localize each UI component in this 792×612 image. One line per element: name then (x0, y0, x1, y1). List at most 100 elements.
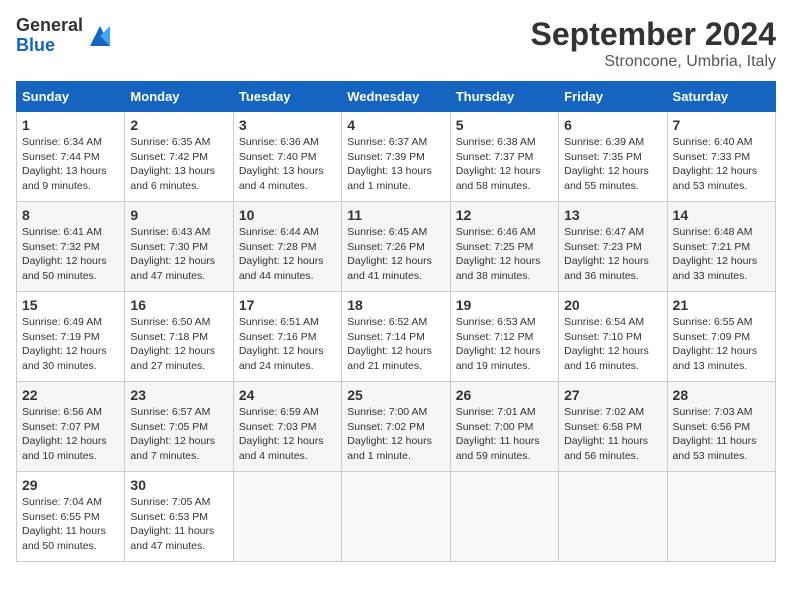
day-number: 2 (130, 117, 227, 133)
header-wednesday: Wednesday (342, 82, 450, 112)
day-info: Sunrise: 6:36 AM Sunset: 7:40 PM Dayligh… (239, 135, 336, 194)
calendar-cell: 20 Sunrise: 6:54 AM Sunset: 7:10 PM Dayli… (559, 292, 667, 382)
calendar-cell (667, 472, 775, 562)
calendar-cell: 25Sunrise: 7:00 AM Sunset: 7:02 PM Dayli… (342, 382, 450, 472)
day-info: Sunrise: 6:35 AM Sunset: 7:42 PM Dayligh… (130, 135, 227, 194)
calendar-cell: 27 Sunrise: 7:02 AM Sunset: 6:58 PM Dayli… (559, 382, 667, 472)
day-info: Sunrise: 6:45 AM Sunset: 7:26 PM Dayligh… (347, 225, 444, 284)
day-number: 9 (130, 207, 227, 223)
day-info: Sunrise: 7:01 AM Sunset: 7:00 PM Dayligh… (456, 405, 553, 464)
calendar-cell: 4Sunrise: 6:37 AM Sunset: 7:39 PM Daylig… (342, 112, 450, 202)
day-info: Sunrise: 6:38 AM Sunset: 7:37 PM Dayligh… (456, 135, 553, 194)
day-number: 26 (456, 387, 553, 403)
calendar-cell (342, 472, 450, 562)
day-number: 4 (347, 117, 444, 133)
day-info: Sunrise: 6:43 AM Sunset: 7:30 PM Dayligh… (130, 225, 227, 284)
day-number: 19 (456, 297, 553, 313)
day-number: 10 (239, 207, 336, 223)
day-number: 30 (130, 477, 227, 493)
day-info: Sunrise: 7:04 AM Sunset: 6:55 PM Dayligh… (22, 495, 119, 554)
calendar-cell: 26 Sunrise: 7:01 AM Sunset: 7:00 PM Dayli… (450, 382, 558, 472)
calendar-cell: 6 Sunrise: 6:39 AM Sunset: 7:35 PM Daylig… (559, 112, 667, 202)
day-number: 23 (130, 387, 227, 403)
logo-blue-text: Blue (16, 36, 83, 56)
calendar-cell: 10 Sunrise: 6:44 AM Sunset: 7:28 PM Dayli… (233, 202, 341, 292)
day-number: 29 (22, 477, 119, 493)
day-number: 25 (347, 387, 444, 403)
day-info: Sunrise: 6:39 AM Sunset: 7:35 PM Dayligh… (564, 135, 661, 194)
day-info: Sunrise: 6:55 AM Sunset: 7:09 PM Dayligh… (673, 315, 770, 374)
calendar-cell: 29 Sunrise: 7:04 AM Sunset: 6:55 PM Dayli… (17, 472, 125, 562)
day-number: 27 (564, 387, 661, 403)
calendar-cell: 12Sunrise: 6:46 AM Sunset: 7:25 PM Dayli… (450, 202, 558, 292)
logo-general-text: General (16, 16, 83, 36)
day-number: 14 (673, 207, 770, 223)
day-number: 16 (130, 297, 227, 313)
day-number: 15 (22, 297, 119, 313)
calendar-cell: 18 Sunrise: 6:52 AM Sunset: 7:14 PM Dayli… (342, 292, 450, 382)
day-number: 6 (564, 117, 661, 133)
calendar-cell (233, 472, 341, 562)
calendar-cell: 13Sunrise: 6:47 AM Sunset: 7:23 PM Dayli… (559, 202, 667, 292)
calendar-cell: 19 Sunrise: 6:53 AM Sunset: 7:12 PM Dayli… (450, 292, 558, 382)
calendar-cell: 22 Sunrise: 6:56 AM Sunset: 7:07 PM Dayli… (17, 382, 125, 472)
day-info: Sunrise: 6:53 AM Sunset: 7:12 PM Dayligh… (456, 315, 553, 374)
header-monday: Monday (125, 82, 233, 112)
day-number: 20 (564, 297, 661, 313)
calendar-cell: 14 Sunrise: 6:48 AM Sunset: 7:21 PM Dayli… (667, 202, 775, 292)
day-info: Sunrise: 6:49 AM Sunset: 7:19 PM Dayligh… (22, 315, 119, 374)
day-info: Sunrise: 6:57 AM Sunset: 7:05 PM Dayligh… (130, 405, 227, 464)
calendar-cell: 1Sunrise: 6:34 AM Sunset: 7:44 PM Daylig… (17, 112, 125, 202)
day-number: 24 (239, 387, 336, 403)
day-info: Sunrise: 6:41 AM Sunset: 7:32 PM Dayligh… (22, 225, 119, 284)
calendar-cell: 21Sunrise: 6:55 AM Sunset: 7:09 PM Dayli… (667, 292, 775, 382)
header-row: SundayMondayTuesdayWednesdayThursdayFrid… (17, 82, 776, 112)
day-info: Sunrise: 6:56 AM Sunset: 7:07 PM Dayligh… (22, 405, 119, 464)
calendar-cell: 24Sunrise: 6:59 AM Sunset: 7:03 PM Dayli… (233, 382, 341, 472)
day-info: Sunrise: 6:44 AM Sunset: 7:28 PM Dayligh… (239, 225, 336, 284)
header-saturday: Saturday (667, 82, 775, 112)
week-row-5: 29 Sunrise: 7:04 AM Sunset: 6:55 PM Dayli… (17, 472, 776, 562)
day-info: Sunrise: 6:51 AM Sunset: 7:16 PM Dayligh… (239, 315, 336, 374)
calendar-cell: 17 Sunrise: 6:51 AM Sunset: 7:16 PM Dayli… (233, 292, 341, 382)
day-number: 28 (673, 387, 770, 403)
logo: General Blue (16, 16, 114, 56)
location-title: Stroncone, Umbria, Italy (531, 53, 776, 71)
calendar-table: SundayMondayTuesdayWednesdayThursdayFrid… (16, 81, 776, 562)
header-sunday: Sunday (17, 82, 125, 112)
header-thursday: Thursday (450, 82, 558, 112)
day-number: 22 (22, 387, 119, 403)
calendar-cell: 3 Sunrise: 6:36 AM Sunset: 7:40 PM Daylig… (233, 112, 341, 202)
day-number: 7 (673, 117, 770, 133)
day-info: Sunrise: 6:46 AM Sunset: 7:25 PM Dayligh… (456, 225, 553, 284)
day-number: 13 (564, 207, 661, 223)
day-info: Sunrise: 6:54 AM Sunset: 7:10 PM Dayligh… (564, 315, 661, 374)
calendar-cell: 9 Sunrise: 6:43 AM Sunset: 7:30 PM Daylig… (125, 202, 233, 292)
month-title: September 2024 (531, 16, 776, 53)
logo-icon (86, 22, 114, 50)
calendar-cell: 5 Sunrise: 6:38 AM Sunset: 7:37 PM Daylig… (450, 112, 558, 202)
header-tuesday: Tuesday (233, 82, 341, 112)
day-number: 17 (239, 297, 336, 313)
day-number: 3 (239, 117, 336, 133)
day-number: 5 (456, 117, 553, 133)
day-info: Sunrise: 6:34 AM Sunset: 7:44 PM Dayligh… (22, 135, 119, 194)
calendar-cell: 11Sunrise: 6:45 AM Sunset: 7:26 PM Dayli… (342, 202, 450, 292)
calendar-cell: 16 Sunrise: 6:50 AM Sunset: 7:18 PM Dayli… (125, 292, 233, 382)
week-row-4: 22 Sunrise: 6:56 AM Sunset: 7:07 PM Dayli… (17, 382, 776, 472)
day-info: Sunrise: 7:05 AM Sunset: 6:53 PM Dayligh… (130, 495, 227, 554)
day-info: Sunrise: 6:48 AM Sunset: 7:21 PM Dayligh… (673, 225, 770, 284)
calendar-cell: 28Sunrise: 7:03 AM Sunset: 6:56 PM Dayli… (667, 382, 775, 472)
day-info: Sunrise: 6:50 AM Sunset: 7:18 PM Dayligh… (130, 315, 227, 374)
header: General Blue September 2024 Stroncone, U… (16, 16, 776, 71)
week-row-1: 1Sunrise: 6:34 AM Sunset: 7:44 PM Daylig… (17, 112, 776, 202)
day-info: Sunrise: 6:40 AM Sunset: 7:33 PM Dayligh… (673, 135, 770, 194)
week-row-2: 8Sunrise: 6:41 AM Sunset: 7:32 PM Daylig… (17, 202, 776, 292)
header-friday: Friday (559, 82, 667, 112)
calendar-cell (559, 472, 667, 562)
day-number: 18 (347, 297, 444, 313)
day-info: Sunrise: 7:02 AM Sunset: 6:58 PM Dayligh… (564, 405, 661, 464)
calendar-cell: 15 Sunrise: 6:49 AM Sunset: 7:19 PM Dayli… (17, 292, 125, 382)
calendar-cell (450, 472, 558, 562)
day-info: Sunrise: 6:52 AM Sunset: 7:14 PM Dayligh… (347, 315, 444, 374)
